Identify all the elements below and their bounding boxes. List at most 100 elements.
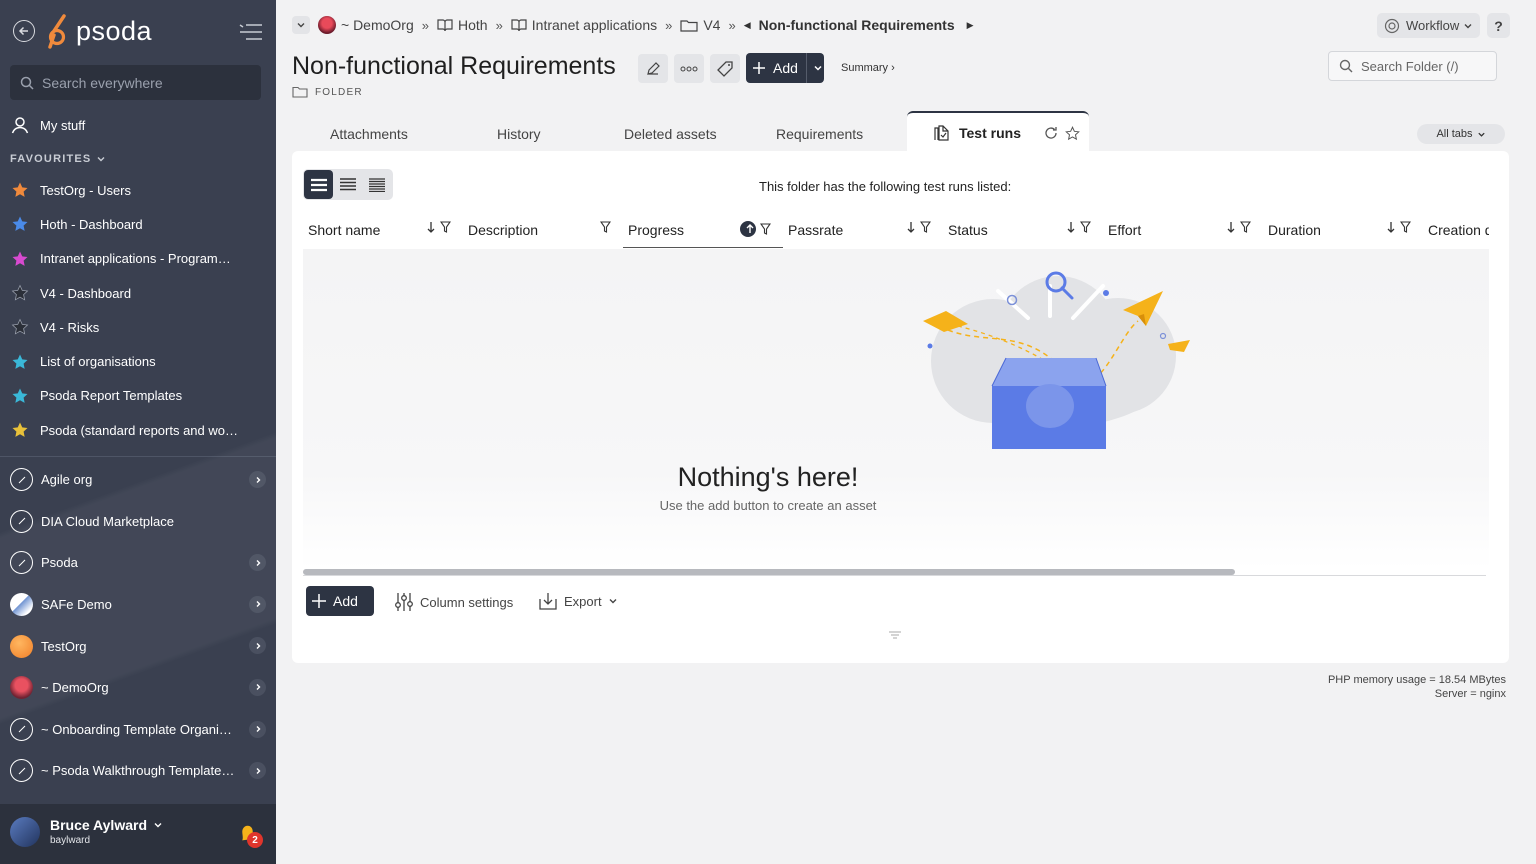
favourite-item[interactable]: Psoda Report Templates [0,379,276,413]
chevron-right-icon[interactable] [249,595,266,613]
user-icon [11,117,29,134]
chevron-right-icon[interactable] [249,637,266,655]
tab-deleted-assets[interactable]: Deleted assets [624,126,717,142]
favourite-item[interactable]: Hoth - Dashboard [0,207,276,241]
folder-search-input[interactable] [1361,58,1491,74]
bottom-add-button[interactable]: Add [306,586,374,616]
refresh-icon[interactable] [1044,126,1058,140]
organisation-item[interactable]: ~ DemoOrg [0,667,276,709]
organisation-item[interactable]: TestOrg [0,625,276,667]
filter-icon[interactable] [920,221,931,233]
folder-search[interactable] [1328,51,1497,81]
filter-icon[interactable] [1080,221,1091,233]
breadcrumb-label: Intranet applications [531,17,658,33]
back-button[interactable] [13,20,35,42]
organisation-item[interactable]: ~ Onboarding Template Organisa... [0,709,276,751]
chevron-down-icon[interactable] [813,63,823,73]
edit-button[interactable] [638,54,668,83]
star-outline-icon[interactable] [1065,125,1080,141]
all-tabs-dropdown[interactable]: All tabs [1417,124,1505,144]
view-medium-rows-button[interactable] [333,170,362,199]
favourite-item[interactable]: V4 - Dashboard [0,276,276,310]
arrow-left-icon [18,26,28,36]
favourite-item[interactable]: Psoda (standard reports and work... [0,413,276,447]
global-search-input[interactable] [42,74,242,91]
favourites-list: TestOrg - Users Hoth - Dashboard Intrane… [0,173,276,447]
export-button[interactable]: Export [538,592,618,610]
global-search[interactable] [10,65,261,100]
organisation-label: Psoda [41,555,78,571]
next-sibling-icon[interactable]: ▶ [967,20,974,31]
organisation-item[interactable]: Psoda [0,542,276,584]
column-header-label: Description [468,222,539,238]
column-header[interactable]: Effort [1103,212,1263,248]
tab-requirements[interactable]: Requirements [776,126,863,142]
view-small-rows-button[interactable] [363,170,392,199]
chevron-right-icon[interactable] [249,720,266,738]
folder-icon [680,19,698,32]
column-header[interactable]: Passrate [783,212,943,248]
sort-ascending-icon[interactable] [740,221,756,237]
breadcrumb-label: Hoth [457,17,488,33]
column-header[interactable]: Progress [623,212,783,248]
filter-icon[interactable] [1400,221,1411,233]
filter-icon[interactable] [440,221,451,233]
breadcrumb-dropdown[interactable] [292,16,310,34]
previous-sibling-icon[interactable]: ◀ [744,20,751,31]
empty-box-illustration [923,271,1190,449]
add-button[interactable]: Add [746,53,824,83]
psoda-logo[interactable]: psoda [48,13,152,49]
breadcrumb-item[interactable]: Intranet applications [511,17,657,33]
collapse-sidebar-button[interactable] [238,22,264,42]
workflow-button[interactable]: Workflow [1377,13,1480,38]
column-header[interactable]: Creation d [1423,212,1489,248]
organisation-label: DIA Cloud Marketplace [41,513,174,529]
column-header[interactable]: Short name [303,212,463,248]
filter-icon[interactable] [600,221,611,233]
sort-icon[interactable] [426,221,436,233]
search-icon [1339,59,1353,73]
chevron-right-icon[interactable] [249,678,266,696]
favourite-item[interactable]: List of organisations [0,344,276,378]
my-stuff-link[interactable]: My stuff [10,113,85,137]
favourite-item[interactable]: V4 - Risks [0,310,276,344]
help-button[interactable]: ? [1487,13,1510,38]
filter-icon[interactable] [1240,221,1251,233]
search-icon [20,76,34,90]
filter-icon[interactable] [760,223,771,235]
favourites-header[interactable]: FAVOURITES [10,153,106,165]
chevron-right-icon[interactable] [249,554,266,572]
sort-icon[interactable] [1386,221,1396,233]
my-stuff-label: My stuff [40,117,86,133]
organisation-item[interactable]: SAFe Demo [0,584,276,626]
tab-test-runs[interactable]: Test runs [907,111,1089,153]
column-header[interactable]: Status [943,212,1103,248]
resize-handle-icon[interactable] [888,631,902,639]
column-settings-button[interactable]: Column settings [394,592,513,612]
tag-button[interactable] [710,54,740,83]
sort-icon[interactable] [1066,221,1076,233]
organisation-label: ~ Psoda Walkthrough Template P... [41,763,236,779]
view-large-rows-button[interactable] [304,170,334,199]
organisation-label: SAFe Demo [41,597,112,613]
breadcrumb-item[interactable]: ~ DemoOrg [318,16,414,34]
column-header[interactable]: Duration [1263,212,1423,248]
chevron-right-icon[interactable] [249,762,266,780]
breadcrumb-item[interactable]: V4 [680,17,720,33]
column-controls [596,221,623,233]
column-header[interactable]: Description [463,212,623,248]
avatar[interactable] [10,817,40,847]
favourite-item[interactable]: Intranet applications - Programme... [0,242,276,276]
more-options-button[interactable] [674,54,704,83]
breadcrumb-item[interactable]: Hoth [437,17,488,33]
tab-history[interactable]: History [497,126,541,142]
page-title: Non-functional Requirements [292,52,616,80]
favourite-item[interactable]: TestOrg - Users [0,173,276,207]
summary-link[interactable]: Summary › [841,62,895,74]
user-menu[interactable]: Bruce Aylward [50,817,163,833]
sort-icon[interactable] [906,221,916,233]
sort-icon[interactable] [1226,221,1236,233]
favourite-label: Psoda (standard reports and work... [40,422,240,438]
organisation-item[interactable]: ~ Psoda Walkthrough Template P... [0,750,276,792]
tab-attachments[interactable]: Attachments [330,126,408,142]
